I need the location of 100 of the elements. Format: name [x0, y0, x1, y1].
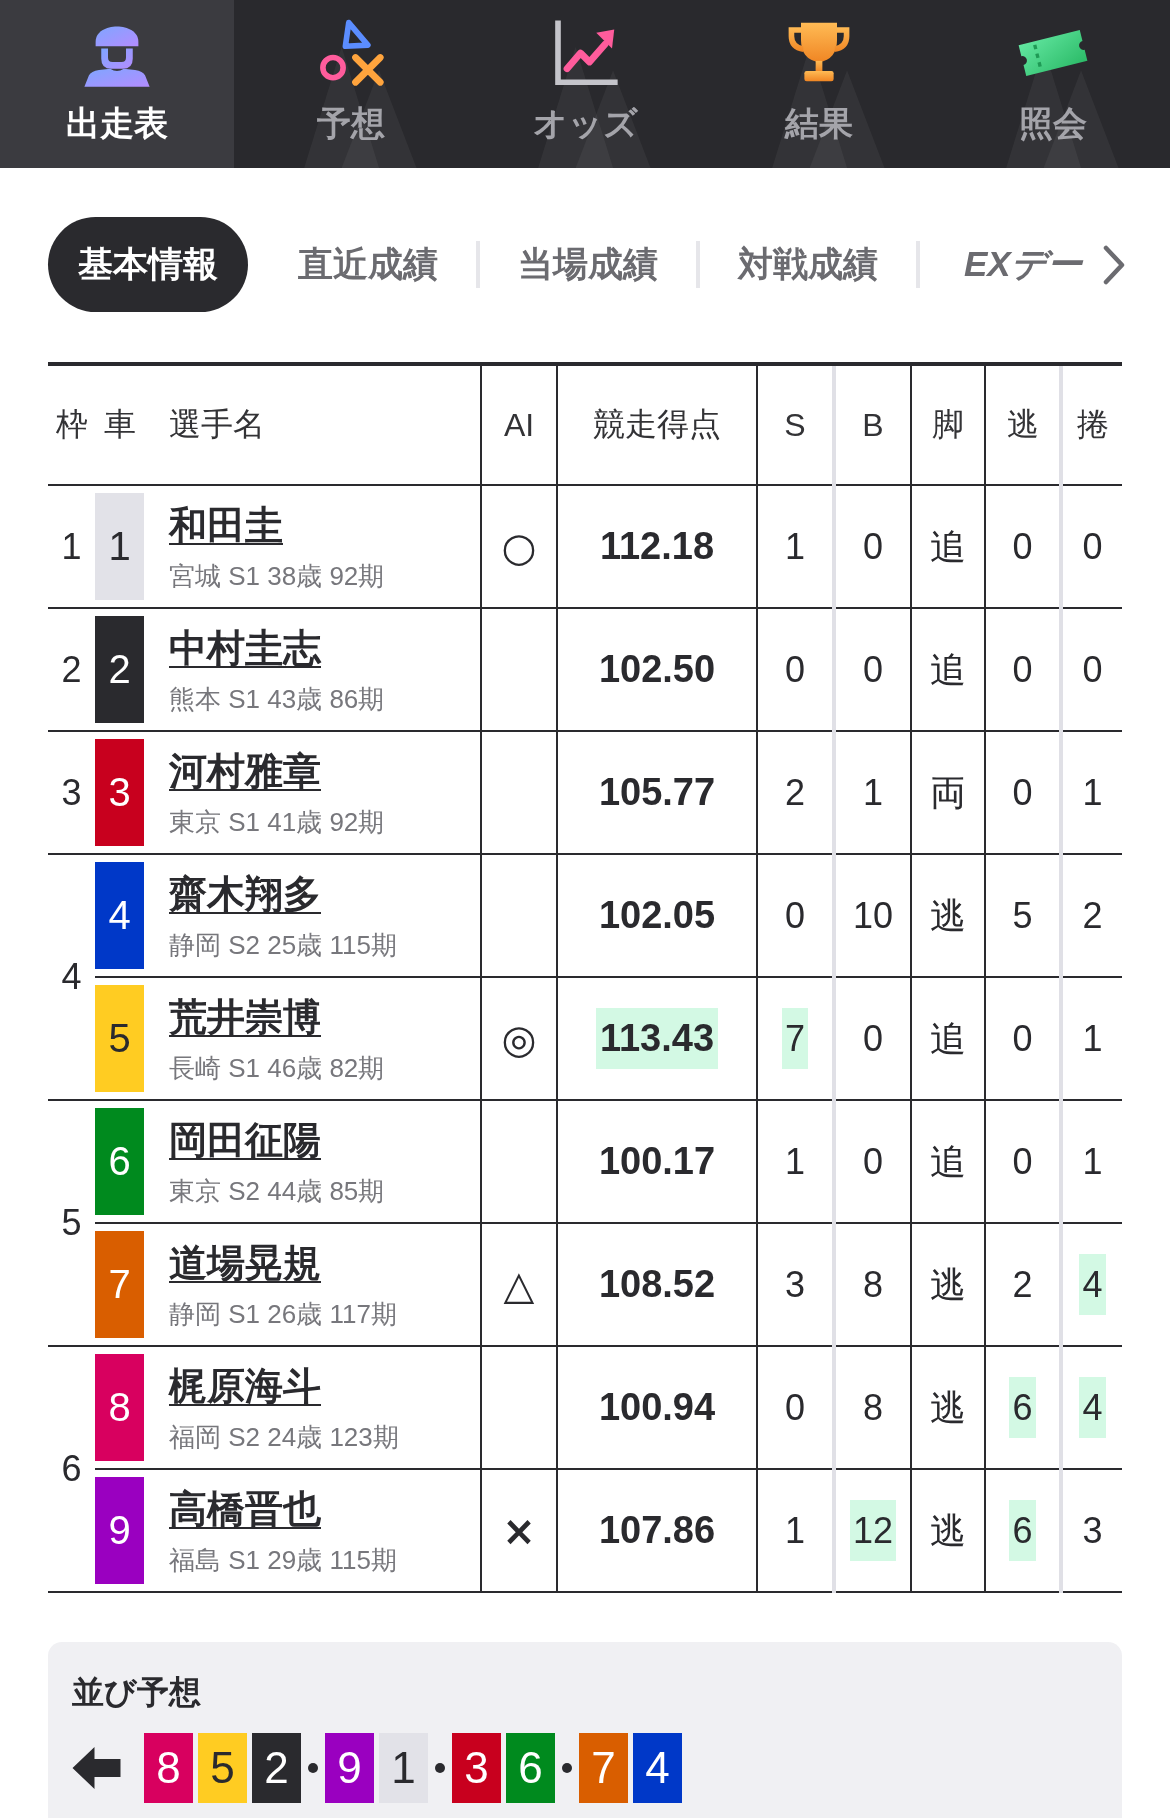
stat-value: 1	[784, 1140, 806, 1184]
column-header: 捲	[1076, 406, 1109, 442]
rider-info: 福島 S1 29歳 115期	[169, 1543, 397, 1576]
race-score: 108.52	[597, 1262, 717, 1307]
stat-value: 逃	[929, 1263, 967, 1307]
car-number: 2	[252, 1733, 301, 1803]
column-header: 選手名	[169, 406, 265, 442]
stat-value: 0	[1011, 771, 1034, 815]
rider-name-link[interactable]: 梶原海斗	[169, 1362, 321, 1409]
car-number: 7	[579, 1733, 628, 1803]
stat-value: 1	[1081, 771, 1104, 815]
stat-value: 1	[1081, 1017, 1104, 1061]
frame-number: 3	[61, 771, 82, 813]
stat-value: 1	[784, 525, 806, 569]
stat-value: 2	[1011, 1263, 1034, 1307]
stat-value: 4	[1079, 1254, 1106, 1315]
race-score: 100.17	[597, 1139, 717, 1184]
car-number: 1	[379, 1733, 428, 1803]
race-score: 107.86	[597, 1508, 717, 1553]
stat-value: 5	[1011, 894, 1034, 938]
car-number: 9	[325, 1733, 374, 1803]
frame-number: 2	[61, 648, 82, 690]
car-number: 9	[95, 1477, 144, 1584]
stat-value: 0	[862, 525, 884, 569]
column-header: 逃	[1006, 406, 1039, 442]
column-header: B	[862, 406, 884, 443]
nav-tab[interactable]: 予想	[234, 0, 468, 168]
stat-value: 0	[1011, 1017, 1034, 1061]
stat-value: 0	[1081, 648, 1104, 692]
stat-value: 2	[784, 771, 806, 815]
stat-value: 1	[862, 771, 884, 815]
rider-name-link[interactable]: 岡田征陽	[169, 1116, 321, 1163]
sub-tab[interactable]: 当場成績	[480, 217, 696, 312]
race-score: 112.18	[598, 524, 716, 569]
stat-value: 12	[849, 1500, 896, 1561]
car-number: 1	[95, 493, 144, 600]
nav-tab[interactable]: 照会	[936, 0, 1170, 168]
nav-tab[interactable]: オッズ	[468, 0, 702, 168]
race-score: 102.05	[597, 893, 717, 938]
rider-name-link[interactable]: 荒井崇博	[169, 993, 321, 1040]
rider-info: 静岡 S1 26歳 117期	[169, 1297, 397, 1330]
sub-tab[interactable]: EXデー	[920, 217, 1102, 312]
frame-number: 5	[61, 1202, 82, 1243]
nav-tab[interactable]: 結果	[702, 0, 936, 168]
ai-mark: ○	[501, 523, 537, 570]
sub-tab[interactable]: 対戦成績	[700, 217, 916, 312]
race-score: 100.94	[597, 1385, 717, 1430]
rider-info: 福岡 S2 24歳 123期	[169, 1420, 399, 1453]
race-score: 105.77	[597, 770, 717, 815]
car-number: 5	[198, 1733, 247, 1803]
stat-value: 逃	[929, 1386, 967, 1430]
stat-value: 2	[1081, 894, 1104, 938]
chevron-right-icon[interactable]	[1101, 244, 1126, 285]
car-number: 4	[95, 862, 144, 969]
rider-info: 長崎 S1 46歳 82期	[169, 1051, 385, 1084]
rider-info: 熊本 S1 43歳 86期	[169, 682, 385, 715]
ai-mark: ◎	[501, 1015, 537, 1062]
column-header: 枠	[55, 406, 88, 442]
rider-name-link[interactable]: 齋木翔多	[169, 870, 321, 917]
sub-tab[interactable]: 基本情報	[48, 217, 248, 312]
stat-value: 0	[1011, 525, 1034, 569]
rider-info: 東京 S1 41歳 92期	[169, 805, 385, 838]
separator-dot-icon	[435, 1763, 445, 1773]
lineup-title: 並び予想	[72, 1673, 201, 1712]
car-number: 8	[144, 1733, 193, 1803]
car-number: 8	[95, 1354, 144, 1461]
rider-name-link[interactable]: 道場晃規	[169, 1239, 321, 1286]
stat-value: 追	[929, 1017, 967, 1061]
ai-mark: △	[503, 1261, 535, 1308]
rider-name-link[interactable]: 和田圭	[169, 501, 283, 548]
stat-value: 逃	[929, 1509, 967, 1553]
separator-dot-icon	[562, 1763, 572, 1773]
frame-number: 4	[61, 956, 82, 997]
nav-tab[interactable]: 出走表	[0, 0, 234, 168]
stat-value: 8	[862, 1263, 884, 1307]
rider-name-link[interactable]: 中村圭志	[169, 624, 321, 671]
rider-name-link[interactable]: 河村雅章	[169, 747, 321, 794]
column-header: 脚	[932, 406, 964, 442]
stat-value: 10	[851, 894, 894, 938]
rider-info: 静岡 S2 25歳 115期	[169, 928, 397, 961]
stat-value: 3	[1081, 1509, 1104, 1553]
stat-value: 0	[784, 648, 806, 692]
stat-value: 1	[1081, 1140, 1104, 1184]
car-number: 3	[95, 739, 144, 846]
rider-info: 東京 S2 44歳 85期	[169, 1174, 385, 1207]
car-number: 7	[95, 1231, 144, 1338]
stat-value: 追	[929, 648, 967, 692]
stat-value: 8	[862, 1386, 884, 1430]
stat-value: 3	[784, 1263, 806, 1307]
rider-name-link[interactable]: 高橋晋也	[169, 1485, 321, 1532]
column-header: S	[784, 406, 806, 443]
stat-value: 0	[784, 894, 806, 938]
stat-value: 0	[862, 648, 884, 692]
stat-value: 0	[784, 1386, 806, 1430]
sub-tab[interactable]: 直近成績	[260, 217, 476, 312]
car-number: 5	[95, 985, 144, 1092]
stat-value: 0	[1011, 648, 1034, 692]
frame-number: 1	[61, 525, 82, 567]
column-header: 競走得点	[593, 406, 721, 442]
stat-value: 6	[1009, 1500, 1036, 1561]
